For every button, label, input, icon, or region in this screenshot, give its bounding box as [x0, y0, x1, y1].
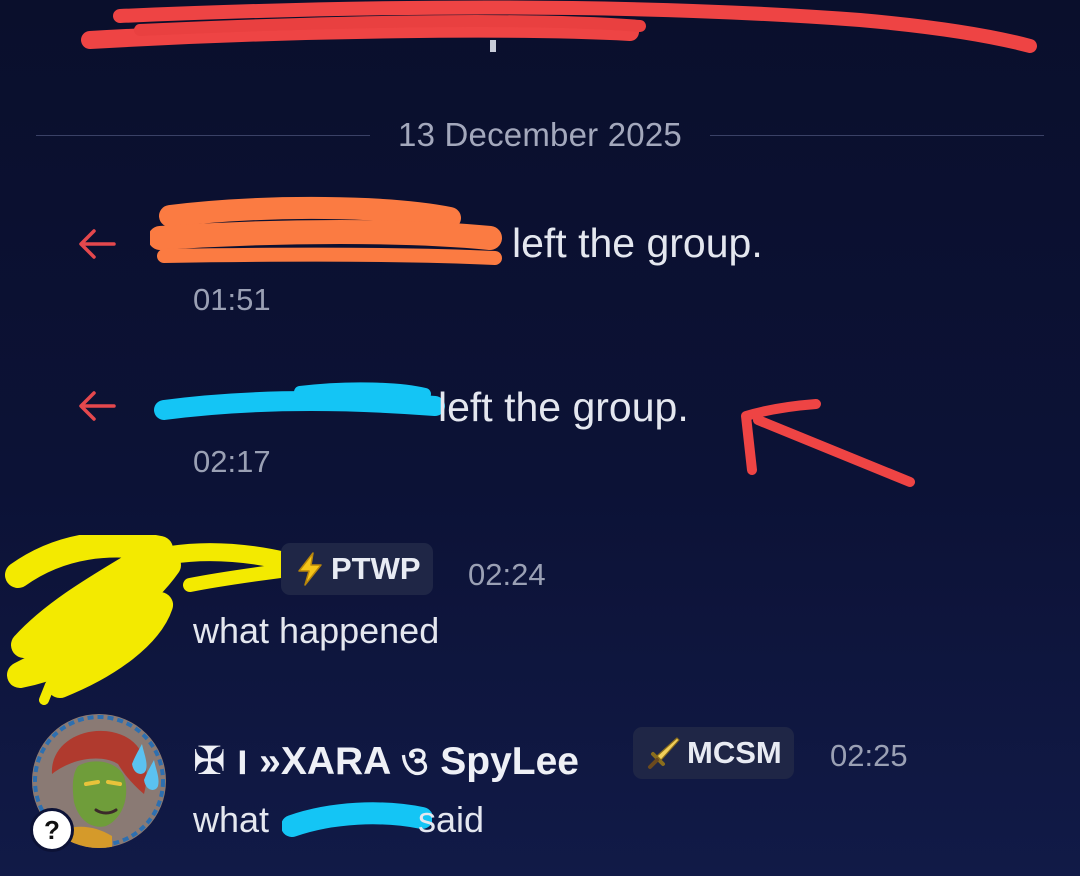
- message-text: what happened: [193, 610, 440, 651]
- role-tag-label: MCSM: [687, 735, 782, 770]
- redaction-scribble-cyan: [154, 382, 445, 420]
- message-timestamp: 02:25: [830, 738, 908, 773]
- redaction-scribble-red: [81, 0, 1037, 53]
- message-text-start: what: [193, 799, 270, 840]
- role-tag-label: PTWP: [331, 551, 421, 586]
- message-text-end: said: [418, 799, 485, 840]
- system-message-time: 01:51: [193, 282, 271, 317]
- divider-line-right: [710, 135, 1044, 136]
- leave-arrow-icon: [79, 229, 116, 259]
- redaction-scribble-cyan: [282, 802, 432, 837]
- annotation-arrow: [741, 399, 915, 487]
- leave-arrow-icon: [79, 391, 116, 421]
- lightning-icon: [298, 552, 322, 586]
- username[interactable]: ✠ ו »XARA ও SpyLee: [193, 731, 579, 796]
- role-tag-mcsm[interactable]: MCSM: [633, 727, 794, 779]
- redaction-scribble-orange: [150, 196, 502, 265]
- system-message-text: left the group.: [438, 384, 689, 430]
- message-timestamp: 02:24: [468, 557, 546, 592]
- sword-icon: [648, 737, 680, 769]
- avatar-status-badge: ?: [30, 808, 74, 852]
- role-tag-ptwp[interactable]: PTWP: [281, 543, 433, 595]
- divider-line-left: [36, 135, 370, 136]
- date-divider-label: 13 December 2025: [398, 116, 682, 153]
- system-message-text: left the group.: [512, 220, 763, 266]
- system-message-time: 02:17: [193, 444, 271, 479]
